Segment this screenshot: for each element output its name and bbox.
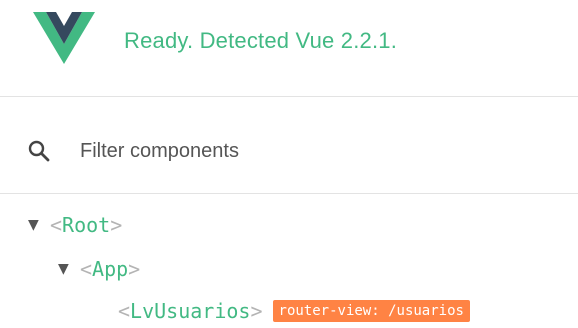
tag-close-bracket: > <box>128 257 141 281</box>
tag-close-bracket: > <box>110 213 123 237</box>
tree-node-root[interactable]: ▼ < Root > <box>28 208 122 242</box>
vue-logo-icon <box>33 12 95 64</box>
expand-arrow-icon[interactable]: ▼ <box>58 261 80 277</box>
search-divider <box>0 193 578 194</box>
tree-node-app[interactable]: ▼ < App > <box>58 252 140 286</box>
tag-open-bracket: < <box>118 299 131 323</box>
component-name: App <box>92 257 129 281</box>
component-name: LvUsuarios <box>130 299 251 323</box>
tag-close-bracket: > <box>250 299 263 323</box>
tree-node-lvusuarios[interactable]: < LvUsuarios > router-view: /usuarios <box>118 294 470 328</box>
component-name: Root <box>62 213 111 237</box>
tag-open-bracket: < <box>50 213 63 237</box>
component-filter <box>0 106 578 192</box>
tag-open-bracket: < <box>80 257 93 281</box>
status-text: Ready. Detected Vue 2.2.1. <box>124 28 398 53</box>
router-view-badge: router-view: /usuarios <box>272 300 470 322</box>
devtools-header: Ready. Detected Vue 2.2.1. <box>0 0 578 96</box>
header-divider <box>0 96 578 97</box>
search-icon <box>28 140 50 162</box>
expand-arrow-icon[interactable]: ▼ <box>28 217 50 233</box>
filter-components-input[interactable] <box>80 136 550 166</box>
